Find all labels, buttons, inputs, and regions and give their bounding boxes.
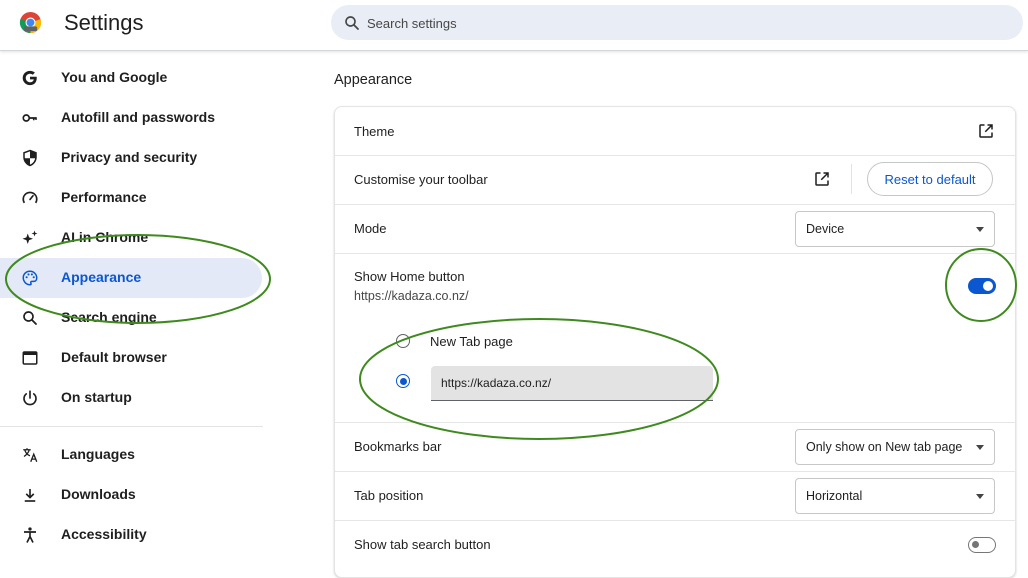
dropdown-caret-icon: [976, 445, 984, 450]
sparkle-icon: [22, 230, 38, 244]
sidebar-item-label: You and Google: [61, 69, 168, 85]
sidebar-item-autofill[interactable]: Autofill and passwords: [0, 98, 262, 138]
sidebar-item-accessibility[interactable]: Accessibility: [0, 515, 262, 555]
key-icon: [22, 114, 37, 122]
sidebar-item-search-engine[interactable]: Search engine: [0, 298, 262, 338]
shield-icon: [23, 149, 37, 167]
mode-row: Mode Device: [335, 204, 1015, 254]
toggle-knob: [983, 281, 993, 291]
search-icon: [23, 311, 37, 325]
sidebar-item-label: Autofill and passwords: [61, 109, 216, 125]
external-link-icon[interactable]: [977, 122, 995, 140]
tab-search-toggle[interactable]: [968, 537, 996, 553]
radio-custom-url[interactable]: [396, 374, 410, 388]
sidebar-item-label: On startup: [61, 389, 132, 405]
download-icon: [24, 489, 36, 502]
mode-value: Device: [806, 222, 845, 236]
sidebar-item-label: Languages: [61, 446, 135, 462]
google-g-icon: [22, 70, 37, 86]
palette-icon: [22, 270, 38, 286]
toggle-knob: [972, 541, 979, 548]
tab-search-row: Show tab search button: [335, 520, 1015, 569]
page-title: Settings: [64, 10, 144, 35]
sidebar-item-label: Default browser: [61, 349, 167, 365]
sidebar-item-privacy[interactable]: Privacy and security: [0, 138, 262, 178]
sidebar-item-downloads[interactable]: Downloads: [0, 475, 262, 515]
chrome-logo-icon: [19, 11, 42, 34]
tab-position-label: Tab position: [354, 488, 424, 503]
bookmarks-bar-label: Bookmarks bar: [354, 439, 442, 454]
mode-label: Mode: [354, 221, 387, 236]
sidebar-item-label: AI in Chrome: [61, 229, 149, 245]
reset-to-default-button[interactable]: Reset to default: [867, 162, 993, 196]
tab-search-label: Show tab search button: [354, 537, 491, 552]
home-button-toggle[interactable]: [968, 278, 996, 294]
speedometer-icon: [22, 191, 38, 204]
bookmarks-bar-row: Bookmarks bar Only show on New tab page: [335, 422, 1015, 472]
search-box[interactable]: [331, 5, 1023, 42]
sidebar-item-label: Downloads: [61, 486, 136, 502]
vertical-separator: [851, 164, 852, 194]
dropdown-caret-icon: [976, 494, 984, 499]
sidebar-nav: You and Google Autofill and passwords Pr…: [0, 51, 270, 561]
bookmarks-bar-value: Only show on New tab page: [806, 440, 963, 454]
mode-select[interactable]: Device: [795, 211, 995, 247]
bookmarks-bar-select[interactable]: Only show on New tab page: [795, 429, 995, 465]
power-icon: [23, 390, 37, 406]
search-input[interactable]: [365, 5, 1009, 42]
radio-new-tab-page[interactable]: [396, 334, 410, 348]
tab-position-select[interactable]: Horizontal: [795, 478, 995, 514]
sidebar-item-label: Appearance: [61, 269, 142, 285]
dropdown-caret-icon: [976, 227, 984, 232]
home-button-url-sublabel: https://kadaza.co.nz/: [354, 289, 469, 303]
sidebar-item-you-and-google[interactable]: You and Google: [0, 58, 262, 98]
home-button-label: Show Home button: [354, 269, 465, 284]
theme-label: Theme: [354, 124, 395, 139]
tab-position-value: Horizontal: [806, 489, 863, 503]
sidebar-item-on-startup[interactable]: On startup: [0, 378, 262, 418]
external-link-icon[interactable]: [813, 170, 831, 188]
home-url-input[interactable]: [431, 366, 713, 401]
new-tab-page-label: New Tab page: [430, 334, 513, 349]
sidebar-item-default-browser[interactable]: Default browser: [0, 338, 262, 378]
search-icon: [345, 16, 359, 30]
tab-position-row: Tab position Horizontal: [335, 471, 1015, 521]
translate-icon: [23, 448, 38, 463]
sidebar-item-languages[interactable]: Languages: [0, 435, 262, 475]
customise-toolbar-label: Customise your toolbar: [354, 172, 488, 187]
sidebar-item-label: Accessibility: [61, 526, 147, 542]
sidebar-item-label: Privacy and security: [61, 149, 198, 165]
section-title-appearance: Appearance: [334, 72, 413, 88]
sidebar-item-label: Performance: [61, 189, 147, 205]
sidebar-item-appearance[interactable]: Appearance: [0, 258, 262, 298]
appearance-card: Theme Customise your toolbar Reset to de…: [334, 106, 1016, 578]
sidebar-item-label: Search engine: [61, 309, 157, 325]
browser-window-icon: [22, 351, 38, 365]
accessibility-icon: [24, 527, 36, 543]
sidebar-item-performance[interactable]: Performance: [0, 178, 262, 218]
theme-row[interactable]: Theme: [335, 107, 1015, 156]
sidebar-divider: [0, 426, 263, 427]
top-bar: Settings: [0, 0, 1028, 51]
sidebar-item-ai-in-chrome[interactable]: AI in Chrome: [0, 218, 262, 258]
